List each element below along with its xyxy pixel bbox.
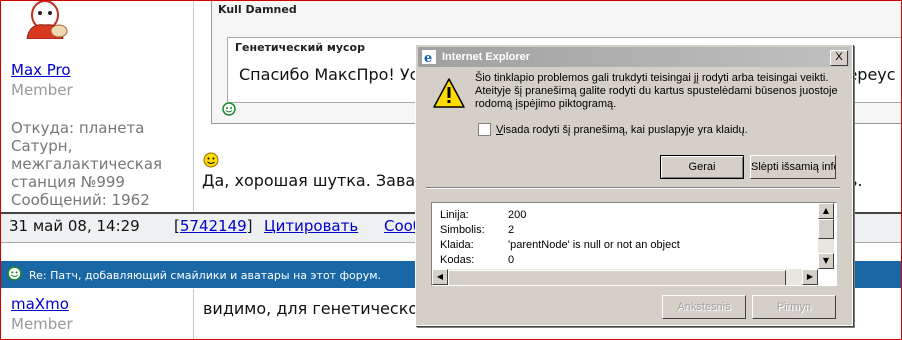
- dialog-message: Šio tinklapio problemos gali trukdyti te…: [475, 72, 838, 110]
- smiley-face-icon: [222, 102, 236, 116]
- column-divider: [193, 1, 194, 211]
- detail-value: 'parentNode' is null or not an object: [508, 239, 680, 251]
- detail-value: 0: [508, 254, 515, 266]
- post-id: [5742149]: [174, 217, 253, 235]
- user-role: Member: [11, 81, 73, 99]
- post-date: 31 май 08, 14:29: [9, 217, 140, 235]
- detail-label: Kodas:: [440, 254, 475, 266]
- detail-label: Simbolis:: [440, 224, 485, 236]
- detail-value: 2: [508, 224, 515, 236]
- nested-quote-text: Спасибо МаксПро! Ус: [239, 65, 419, 84]
- quote-link[interactable]: Цитировать: [264, 217, 358, 235]
- page-frame: Max Pro Member Откуда: планета Сатурн, м…: [0, 0, 902, 340]
- svg-text:e: e: [424, 51, 432, 64]
- nested-quote-title: Генетический мусор: [235, 41, 365, 54]
- warning-icon: [433, 78, 465, 108]
- ok-button[interactable]: Gerai: [660, 155, 744, 179]
- scroll-down-icon[interactable]: ▼: [818, 253, 834, 269]
- error-dialog: e Internet Explorer X Šio tinklapio prob…: [415, 44, 853, 326]
- column-divider: [193, 289, 194, 339]
- smiley-icon: [203, 152, 219, 168]
- user-role: Member: [11, 315, 73, 333]
- username-link[interactable]: Max Pro: [11, 61, 71, 79]
- post-text: Да, хорошая шутка. Завали: [202, 171, 436, 190]
- scroll-right-icon[interactable]: ▶: [802, 269, 818, 285]
- topic-title: Re: Патч, добавляющий смайлики и аватары…: [29, 269, 381, 282]
- scroll-thumb[interactable]: [818, 219, 834, 239]
- previous-button[interactable]: Ankstesnis: [662, 295, 746, 319]
- separator: [426, 187, 840, 189]
- checkbox-label[interactable]: Visada rodyti šį pranešimą, kai puslapyj…: [496, 124, 748, 136]
- next-button[interactable]: Pirmyn: [752, 295, 836, 319]
- smiley-face-icon: [7, 266, 22, 281]
- post-text: видимо, для генетического: [203, 299, 437, 318]
- detail-label: Klaida:: [440, 239, 474, 251]
- scroll-up-icon[interactable]: ▲: [818, 203, 834, 219]
- vertical-scrollbar[interactable]: ▲ ▼: [818, 203, 834, 269]
- hide-details-button[interactable]: Slėpti išsamią info: [750, 155, 836, 179]
- internet-explorer-icon: e: [422, 50, 436, 64]
- dialog-title: Internet Explorer: [442, 51, 531, 63]
- username-link[interactable]: maXmo: [11, 295, 69, 313]
- always-show-checkbox[interactable]: [478, 123, 491, 136]
- details-panel[interactable]: Linija: 200 Simbolis: 2 Klaida: 'parentN…: [431, 202, 837, 286]
- horizontal-scrollbar[interactable]: ◀ ▶: [432, 269, 818, 285]
- quote-author: Kull Damned: [218, 3, 297, 16]
- dialog-titlebar[interactable]: e Internet Explorer X: [418, 47, 850, 67]
- detail-label: Linija:: [440, 209, 469, 221]
- post-id-link[interactable]: 5742149: [180, 217, 247, 235]
- user-info: Откуда: планета Сатурн, межгалактическая…: [11, 119, 163, 209]
- scroll-thumb[interactable]: [448, 270, 786, 285]
- detail-value: 200: [508, 209, 527, 221]
- avatar: [26, 1, 68, 39]
- close-button[interactable]: X: [830, 50, 848, 66]
- scroll-left-icon[interactable]: ◀: [432, 269, 448, 285]
